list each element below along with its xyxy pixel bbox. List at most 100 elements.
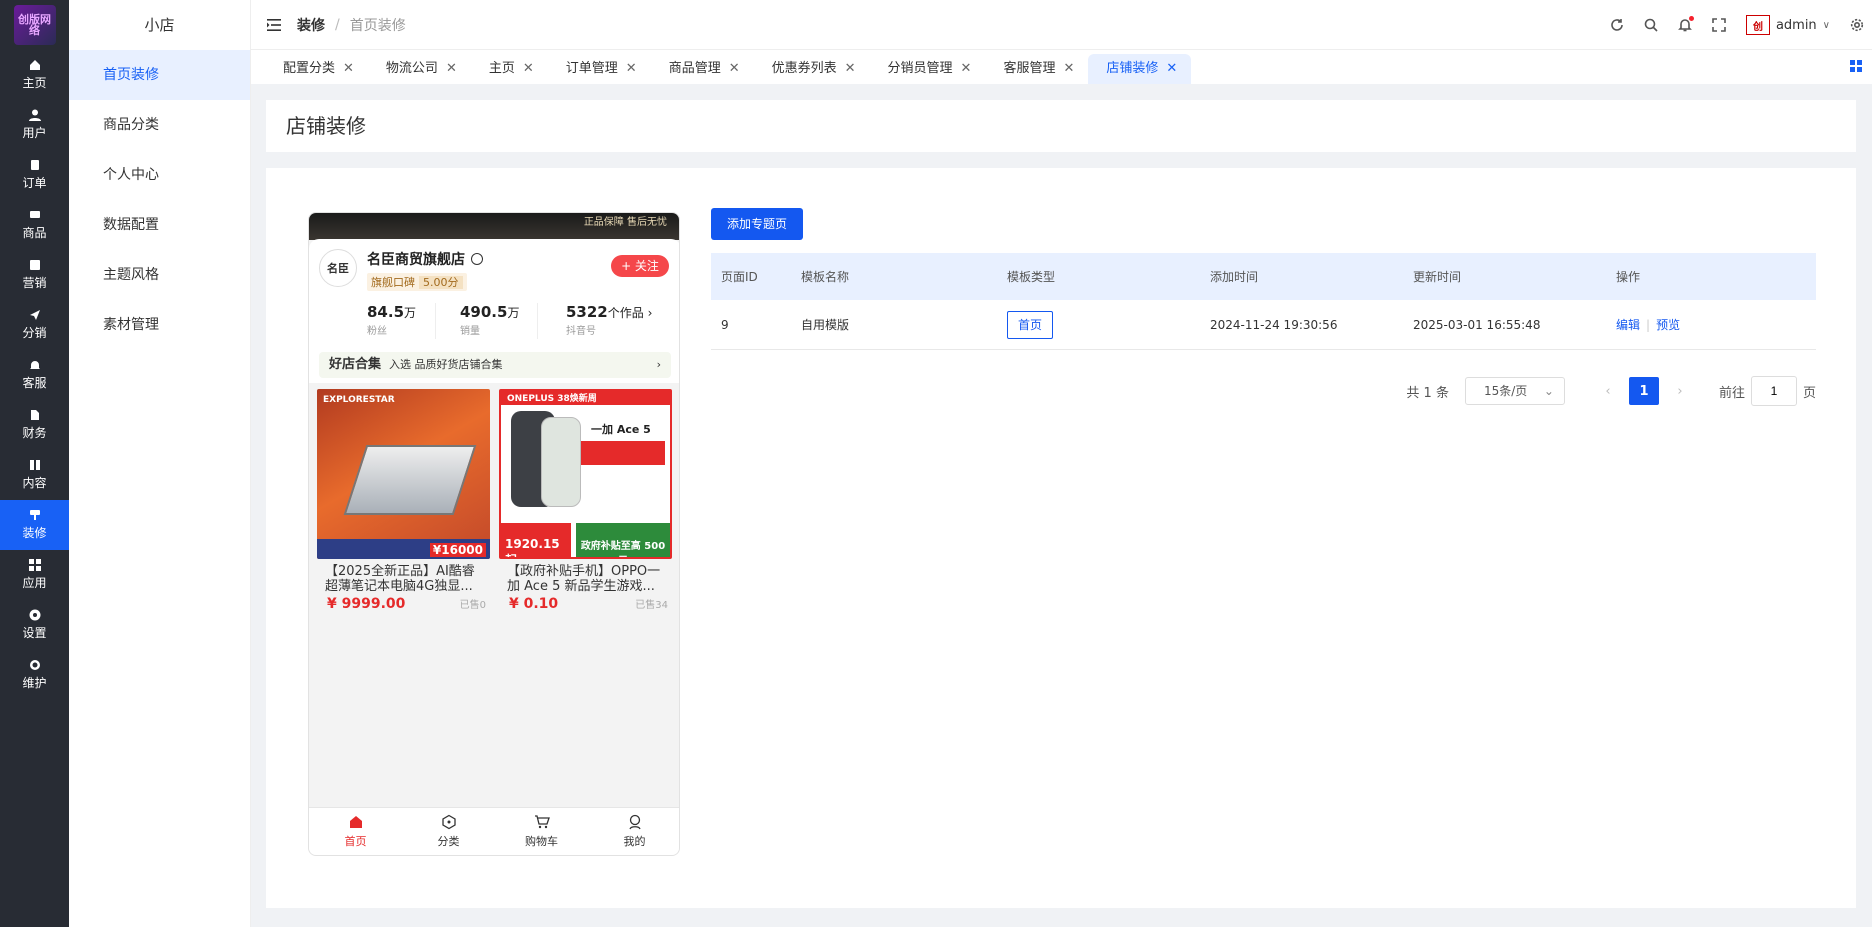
close-icon[interactable]: ✕ (626, 54, 637, 84)
edit-link[interactable]: 编辑 (1616, 318, 1640, 332)
product-card[interactable]: ONEPLUS 38焕新周 一加 Ace 5 1920.15起 政府补贴至高 5… (499, 389, 672, 612)
fullscreen-icon[interactable] (1712, 18, 1726, 32)
tab-label: 店铺装修 (1106, 61, 1159, 76)
next-page-button[interactable]: › (1665, 377, 1695, 405)
search-icon[interactable] (1644, 18, 1658, 32)
order-icon (29, 159, 41, 171)
logo-mark: 创版网络 (13, 5, 56, 45)
subnav-item[interactable]: 数据配置 (69, 200, 250, 250)
add-topic-page-button[interactable]: 添加专题页 (711, 208, 803, 240)
tab-label: 订单管理 (565, 61, 618, 76)
goto-page: 前往 页 (1719, 376, 1816, 406)
rail-item-8[interactable]: 内容 (0, 450, 69, 500)
prev-page-button[interactable]: ‹ (1593, 377, 1623, 405)
rail-item-label: 分销 (22, 326, 47, 340)
tab[interactable]: 订单管理 ✕ (548, 54, 651, 84)
rail-item-1[interactable]: 用户 (0, 100, 69, 150)
tab-label: 优惠券列表 (771, 61, 837, 76)
tab[interactable]: 物流公司 ✕ (368, 54, 471, 84)
decorate-icon (29, 509, 41, 521)
user-menu[interactable]: 创 admin ∨ (1745, 15, 1830, 35)
rail-item-10[interactable]: 应用 (0, 550, 69, 600)
tab-grid-icon[interactable] (1850, 60, 1862, 72)
tab[interactable]: 主页 ✕ (471, 54, 548, 84)
breadcrumb-parent[interactable]: 装修 (297, 15, 325, 35)
nav-mine[interactable]: 我的 (588, 808, 679, 855)
product-name: 【政府补贴手机】OPPO一加 Ace 5 新品学生游戏... (507, 564, 661, 594)
product-grid: EXPLORESTAR ¥16000 【2025全新正品】AI酷睿超薄笔记本电脑… (317, 389, 673, 612)
product-image-phone: ONEPLUS 38焕新周 一加 Ace 5 1920.15起 政府补贴至高 5… (499, 389, 672, 559)
tab[interactable]: 配置分类 ✕ (265, 54, 368, 84)
type-tag: 首页 (1007, 310, 1054, 339)
close-icon[interactable]: ✕ (1063, 54, 1074, 84)
stat-works: 5322个作品 › 抖音号 (537, 303, 679, 339)
notification-dot (1688, 16, 1694, 21)
phone-preview[interactable]: 正品保障 售后无忧 名臣 名臣商贸旗舰店 旗舰口碑 5.00分 + 关注 84.5… (308, 212, 680, 856)
goto-label: 前往 (1718, 385, 1745, 401)
rail-item-9[interactable]: 装修 (0, 500, 69, 550)
total-count: 共 1 条 (1406, 385, 1449, 401)
nav-home[interactable]: 首页 (309, 808, 402, 855)
tab-label: 分销员管理 (887, 61, 953, 76)
logo[interactable]: 创版网络 (0, 0, 69, 50)
subnav-item[interactable]: 首页装修 (69, 50, 250, 100)
rail-item-2[interactable]: 订单 (0, 150, 69, 200)
app: 创版网络 主页 用户 订单 商品 营销 分销 客服 财务 内容 装修 应用 设置 维护 小店 首页装修商… (0, 0, 1872, 927)
subnav-item[interactable]: 商品分类 (69, 100, 250, 150)
rail-item-7[interactable]: 财务 (0, 400, 69, 450)
tab[interactable]: 优惠券列表 ✕ (754, 54, 870, 84)
close-icon[interactable]: ✕ (961, 54, 972, 84)
tab[interactable]: 店铺装修 ✕ (1088, 54, 1192, 84)
table-row: 9 自用模版 首页 2024-11-24 19:30:56 2025-03-01… (711, 300, 1816, 350)
goto-page-input[interactable] (1750, 376, 1797, 406)
rail-item-0[interactable]: 主页 (0, 50, 69, 100)
product-image-laptop: EXPLORESTAR ¥16000 (317, 389, 490, 559)
col-header: 模板类型 (1007, 270, 1056, 284)
close-icon[interactable]: ✕ (446, 54, 457, 84)
product-card[interactable]: EXPLORESTAR ¥16000 【2025全新正品】AI酷睿超薄笔记本电脑… (317, 389, 490, 612)
rail-item-12[interactable]: 维护 (0, 650, 69, 700)
settings-gear-icon[interactable] (1850, 18, 1864, 32)
product-price: ¥ 0.10 (509, 596, 559, 612)
divider: | (1646, 318, 1651, 332)
close-icon[interactable]: ✕ (845, 54, 856, 84)
subnav-item[interactable]: 个人中心 (69, 150, 250, 200)
rail-item-6[interactable]: 客服 (0, 350, 69, 400)
nav-category[interactable]: 分类 (402, 808, 495, 855)
notification-bell-icon[interactable] (1678, 16, 1694, 32)
maintain-icon (29, 659, 41, 671)
good-shop-banner[interactable]: 好店合集 入选 品质好货店铺合集 › (319, 352, 671, 378)
cart-icon (534, 815, 550, 829)
col-header: 更新时间 (1413, 270, 1462, 284)
close-icon[interactable]: ✕ (343, 54, 354, 84)
rail-item-label: 营销 (22, 276, 47, 290)
page-number-current[interactable]: 1 (1628, 377, 1659, 405)
tab[interactable]: 分销员管理 ✕ (870, 54, 986, 84)
subnav-item[interactable]: 主题风格 (69, 250, 250, 300)
collapse-menu-icon[interactable] (267, 17, 283, 33)
nav-cart[interactable]: 购物车 (495, 808, 588, 855)
close-icon[interactable]: ✕ (729, 54, 740, 84)
rail-item-3[interactable]: 商品 (0, 200, 69, 250)
close-icon[interactable]: ✕ (1166, 54, 1177, 84)
close-icon[interactable]: ✕ (523, 54, 534, 84)
subnav-item[interactable]: 素材管理 (69, 300, 250, 350)
follow-button[interactable]: + 关注 (611, 255, 669, 277)
preview-link[interactable]: 预览 (1656, 318, 1680, 332)
page-size-select[interactable]: 15条/页 ⌄ (1464, 377, 1565, 405)
rail-item-11[interactable]: 设置 (0, 600, 69, 650)
tab[interactable]: 商品管理 ✕ (651, 54, 754, 84)
rail-item-4[interactable]: 营销 (0, 250, 69, 300)
goto-suffix: 页 (1802, 385, 1816, 401)
cell-name: 自用模版 (801, 318, 850, 332)
tab-bar: 配置分类 ✕ 物流公司 ✕ 主页 ✕ 订单管理 ✕ 商品管理 ✕ 优惠券列表 ✕ 分销员管理 ✕ 客服管理 ✕… (251, 50, 1872, 84)
shop-name: 名臣商贸旗舰店 (367, 249, 483, 269)
product-sold: 已售0 (459, 600, 486, 611)
tab[interactable]: 客服管理 ✕ (985, 54, 1088, 84)
good-shop-title: 好店合集 (329, 357, 382, 372)
col-header: 页面ID (721, 270, 758, 284)
col-header: 添加时间 (1210, 270, 1259, 284)
refresh-icon[interactable] (1610, 18, 1624, 32)
subnav-title: 小店 (144, 16, 175, 34)
rail-item-5[interactable]: 分销 (0, 300, 69, 350)
